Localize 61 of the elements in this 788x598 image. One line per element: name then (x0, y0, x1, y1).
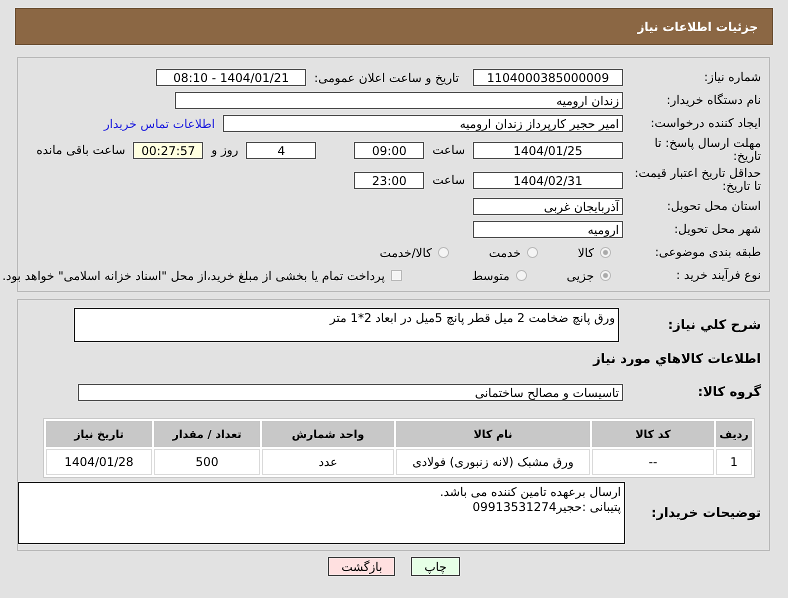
option-label: کالا/خدمت (380, 246, 432, 260)
print-button[interactable]: چاپ (411, 557, 460, 576)
radio-button[interactable] (526, 247, 538, 258)
field-label: تاریخ و ساعت اعلان عمومی: (314, 70, 459, 84)
checkbox[interactable] (390, 270, 402, 281)
goods-group-field: تاسیسات و مصالح ساختمانی (78, 384, 623, 401)
option-label: کالا (578, 246, 594, 260)
back-button[interactable]: بازگشت (328, 557, 396, 576)
field-label: ایجاد کننده درخواست: (649, 117, 762, 130)
table-cell: -- (592, 449, 714, 475)
table-cell: عدد (262, 449, 394, 475)
checkbox-label: پرداخت تمام یا بخشی از مبلغ خرید،از محل "اسناد خزانه اسلامی" خواهد بود. (2, 268, 385, 282)
description-textarea: ورق پانچ ضخامت 2 میل قطر پانچ 5میل در ابعاد 2*1 متر (74, 308, 619, 342)
time-label: ساعت (432, 173, 465, 187)
city-field: ارومیه (473, 221, 623, 238)
column-header: واحد شمارش (262, 421, 394, 447)
table-cell: 1404/01/28 (46, 449, 152, 475)
field-label: شهر محل تحویل: (673, 223, 762, 236)
column-header: تاریخ نیاز (46, 421, 152, 447)
validity-date-field: 1404/02/31 (473, 172, 623, 188)
deadline-date-field: 1404/01/25 (473, 142, 623, 158)
field-label: حداقل تاریخ اعتبار قیمت: تا تاریخ: (633, 167, 762, 193)
creator-field: امیر حجیر کارپرداز زندان ارومیه (223, 115, 623, 132)
field-label: توضیحات خریدار: (650, 506, 762, 520)
field-label: گروه کالا: (696, 386, 762, 399)
column-header: نام کالا (396, 421, 590, 447)
need-number-field: 1104000385000009 (473, 69, 623, 86)
field-label: استان محل تحویل: (666, 200, 762, 213)
option-label: متوسط (472, 268, 510, 282)
option-label: جزیی (566, 268, 594, 282)
table-cell: 1 (716, 449, 752, 475)
radio-button[interactable] (438, 247, 449, 258)
table-cell: 500 (154, 449, 260, 475)
days-label: روز و (211, 143, 238, 157)
buyer-org-field: زندان ارومیه (175, 92, 623, 109)
field-label: شرح کلي نیاز: (666, 318, 762, 332)
table-cell: ورق مشبک (لانه زنبوری) فولادی (396, 449, 590, 475)
time-label: ساعت (432, 143, 465, 157)
section-heading: اطلاعات کالاهاي مورد نیاز (593, 352, 762, 367)
column-header: تعداد / مقدار (154, 421, 260, 447)
field-label: مهلت ارسال پاسخ: تا تاریخ: (653, 137, 762, 163)
days-field: 4 (246, 142, 316, 158)
field-label: طبقه بندی موضوعی: (654, 246, 762, 259)
column-header: ردیف (716, 421, 752, 447)
validity-time-field: 23:00 (354, 172, 424, 188)
option-label: خدمت (488, 246, 521, 260)
buyer-contact-link[interactable]: اطلاعات تماس خریدار (104, 116, 215, 130)
radio-button[interactable] (600, 247, 611, 258)
page-title: جزئیات اطلاعات نیاز (637, 20, 758, 34)
announce-date-field: 1404/01/21 - 08:10 (156, 69, 306, 86)
province-field: آذربایجان غربی (473, 198, 623, 215)
field-label: شماره نیاز: (703, 71, 762, 84)
remaining-time-field: 00:27:57 (133, 142, 204, 158)
radio-button[interactable] (516, 270, 527, 281)
deadline-time-field: 09:00 (354, 142, 424, 158)
radio-button[interactable] (600, 270, 611, 281)
column-header: کد کالا (592, 421, 714, 447)
remaining-label: ساعت باقی مانده (36, 143, 126, 157)
field-label: نوع فرآیند خرید : (675, 269, 762, 282)
field-label: نام دستگاه خریدار: (666, 94, 762, 107)
buyer-notes-textarea: ارسال برعهده تامین کننده می باشد. پتیبانی :حجیر09913531274 (18, 482, 625, 544)
